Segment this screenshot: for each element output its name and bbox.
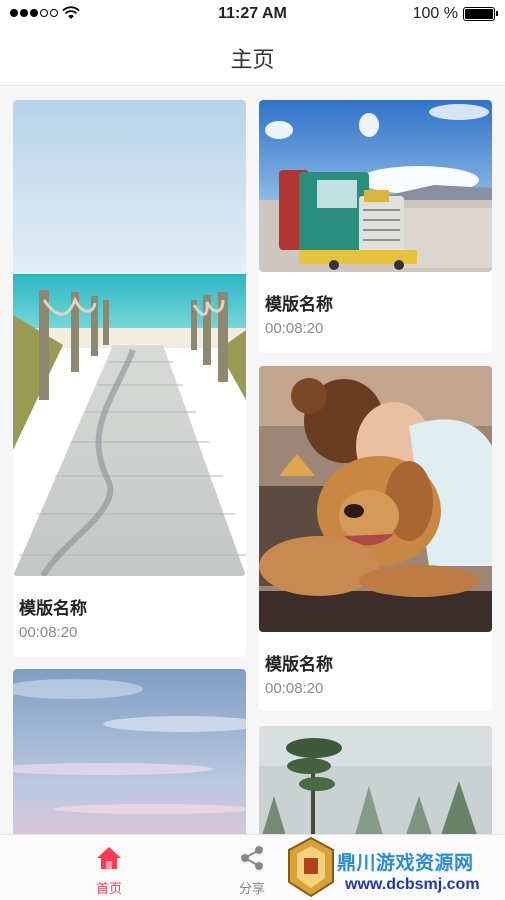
beach-boardwalk-photo — [13, 100, 246, 576]
misty-forest-photo — [259, 726, 492, 834]
tab-home[interactable]: 首页 — [69, 835, 149, 900]
watermark-url: www.dcbsmj.com — [345, 876, 480, 893]
battery-icon — [463, 7, 498, 21]
card-duration: 00:08:20 — [19, 624, 78, 641]
card-title: 模版名称 — [265, 655, 333, 675]
battery-percentage: 100 % — [412, 5, 458, 22]
watermark-text: 鼎川游戏资源网 — [337, 852, 474, 874]
tab-share-label: 分享 — [238, 882, 265, 897]
navigation-bar: 主页 — [0, 28, 505, 86]
home-icon — [97, 847, 121, 869]
watermark: 鼎川游戏资源网 www.dcbsmj.com — [285, 834, 505, 900]
sightseeing-train-photo — [259, 100, 492, 272]
tab-home-label: 首页 — [95, 882, 122, 897]
tab-share[interactable]: 分享 — [212, 835, 292, 900]
woman-hugging-dog-photo — [259, 366, 492, 632]
template-card[interactable]: 模版名称 00:08:20 — [13, 100, 246, 657]
template-card[interactable] — [259, 726, 492, 834]
card-title: 模版名称 — [19, 599, 87, 619]
status-bar: 11:27 AM 100 % — [0, 0, 505, 28]
template-grid[interactable]: 模版名称 00:08:20 模版名称 00:08:20 模版名称 00:08:2… — [0, 87, 505, 834]
watermark-logo-icon — [288, 836, 334, 898]
share-icon — [241, 846, 263, 870]
template-card[interactable]: 模版名称 00:08:20 — [259, 366, 492, 711]
card-title: 模版名称 — [265, 295, 333, 315]
card-duration: 00:08:20 — [265, 680, 324, 697]
pastel-sky-photo — [13, 669, 246, 834]
template-card[interactable] — [13, 669, 246, 834]
card-duration: 00:08:20 — [265, 320, 324, 337]
page-title: 主页 — [230, 48, 275, 73]
template-card[interactable]: 模版名称 00:08:20 — [259, 100, 492, 353]
